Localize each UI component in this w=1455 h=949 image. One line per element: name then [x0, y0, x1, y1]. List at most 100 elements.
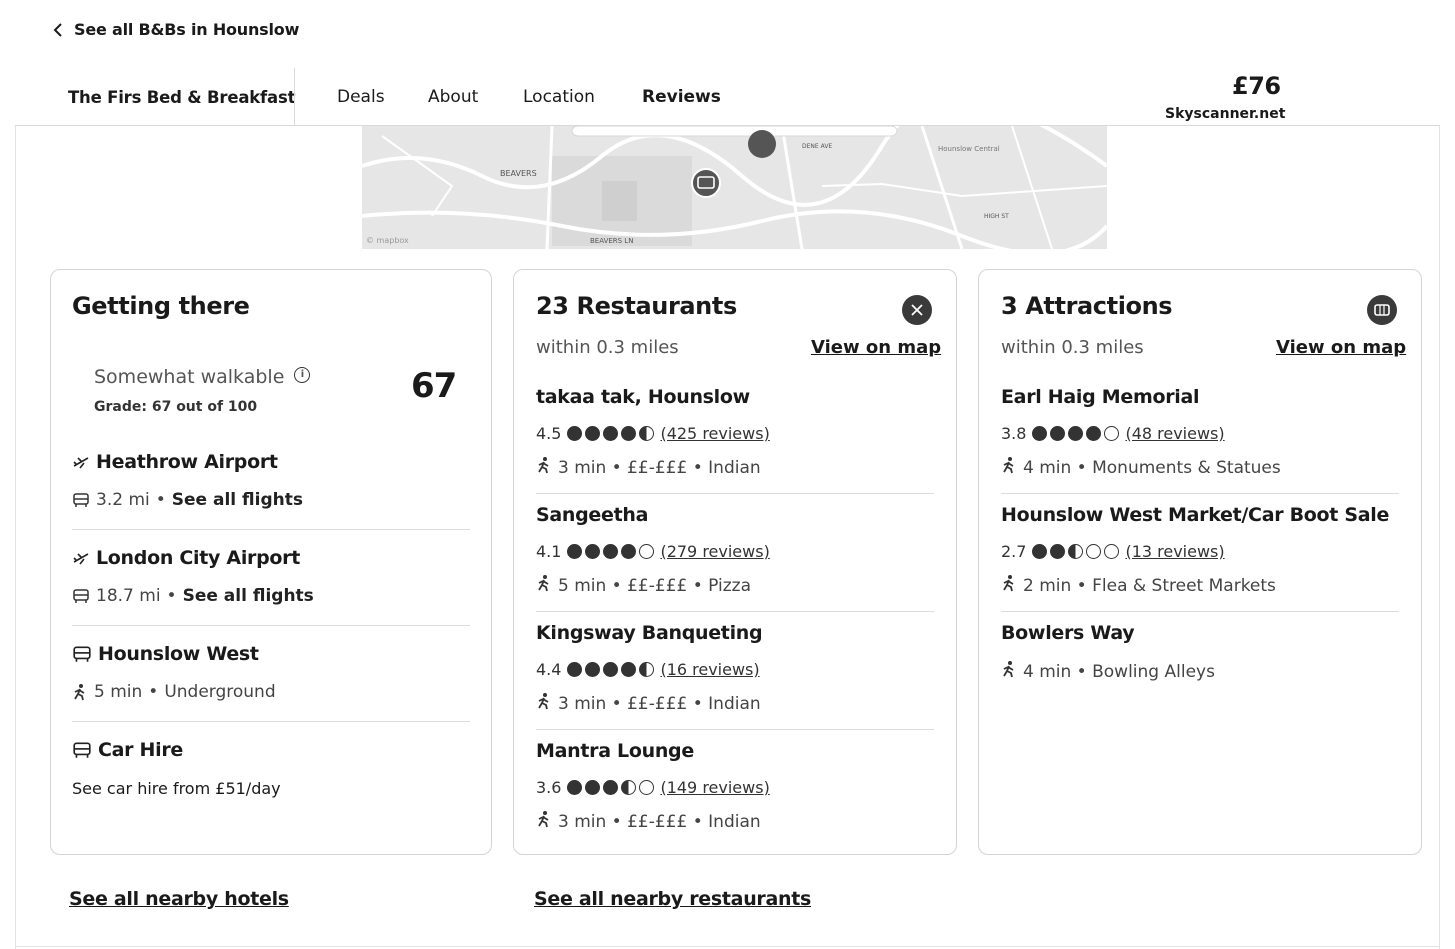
rating-dot [1032, 544, 1048, 559]
rating-dot [621, 426, 637, 441]
meta-row: 3 min • ££-£££ • Indian [536, 692, 761, 715]
reviews-link[interactable]: (13 reviews) [1125, 542, 1224, 561]
map-label-dene-ave: DENE AVE [802, 143, 832, 150]
attractions-within: within 0.3 miles [1001, 337, 1144, 358]
rating-dot [1050, 544, 1066, 559]
rating-dot [585, 544, 601, 559]
divider [1001, 493, 1399, 494]
rating-value: 4.1 [536, 542, 562, 561]
getting-there-card: Getting there Somewhat walkable i Grade:… [50, 269, 492, 855]
walk-icon [536, 574, 552, 597]
attractions-name[interactable]: Bowlers Way [1001, 622, 1135, 644]
transport-hounslow-west-meta: 5 min • Underground [72, 682, 276, 702]
rating-dot [639, 780, 655, 795]
meta-row: 4 min • Monuments & Statues [1001, 456, 1281, 479]
nav-divider [294, 68, 295, 126]
restaurant-icon [902, 295, 932, 325]
back-link[interactable]: See all B&Bs in Hounslow [52, 20, 299, 39]
content-border-bottom [15, 946, 1440, 947]
walk-icon [1001, 660, 1017, 683]
rating-dot [639, 544, 655, 559]
rating-dots [567, 426, 655, 441]
walk-icon [536, 456, 552, 479]
tab-location[interactable]: Location [523, 87, 595, 107]
attractions-view-on-map-link[interactable]: View on map [1276, 337, 1406, 358]
tab-about[interactable]: About [428, 87, 478, 107]
rating-row: 4.5 (425 reviews) [536, 424, 770, 443]
divider [72, 529, 470, 530]
reviews-link[interactable]: (425 reviews) [660, 424, 769, 443]
rating-dot [639, 426, 655, 441]
plane-icon [73, 457, 89, 469]
map-attribution: © mapbox [366, 236, 409, 245]
walk-icon [1001, 574, 1017, 597]
see-all-flights-link[interactable]: See all flights [183, 586, 314, 606]
attractions-name[interactable]: Earl Haig Memorial [1001, 386, 1200, 408]
transport-item-car-hire: Car Hire [72, 739, 183, 761]
back-link-label: See all B&Bs in Hounslow [74, 20, 300, 39]
reviews-link[interactable]: (16 reviews) [660, 660, 759, 679]
rating-dot [603, 426, 619, 441]
car-hire-link[interactable]: See car hire from £51/day [72, 779, 281, 798]
rating-dot [585, 662, 601, 677]
see-all-nearby-hotels-link[interactable]: See all nearby hotels [69, 888, 289, 910]
rating-row: 3.6 (149 reviews) [536, 778, 770, 797]
tab-deals[interactable]: Deals [337, 87, 385, 107]
map-label-beavers: BEAVERS [500, 169, 537, 178]
meta-text: 3 min • ££-£££ • Indian [558, 457, 761, 478]
price: £76 [1232, 72, 1281, 100]
plane-icon [73, 553, 89, 565]
restaurants-name[interactable]: Kingsway Banqueting [536, 622, 763, 644]
bus-icon [73, 646, 91, 662]
location-map[interactable]: BEAVERS BEAVERS LN Hounslow Central HIGH… [362, 126, 1107, 249]
divider [536, 493, 934, 494]
rating-dot [639, 662, 655, 677]
rating-dots [567, 780, 655, 795]
rating-value: 3.8 [1001, 424, 1027, 443]
rating-dot [567, 662, 583, 677]
price-source: Skyscanner.net [1165, 106, 1286, 122]
map-graphic: BEAVERS BEAVERS LN Hounslow Central HIGH… [362, 126, 1107, 249]
rating-dots [567, 662, 655, 677]
restaurants-name[interactable]: takaa tak, Hounslow [536, 386, 750, 408]
rating-dot [585, 426, 601, 441]
restaurants-name[interactable]: Sangeetha [536, 504, 648, 526]
attractions-name[interactable]: Hounslow West Market/Car Boot Sale [1001, 504, 1389, 526]
info-icon[interactable]: i [294, 367, 311, 383]
meta-row: 3 min • ££-£££ • Indian [536, 456, 761, 479]
walk-icon [536, 692, 552, 715]
rating-dot [1104, 426, 1120, 441]
rating-dot [1050, 426, 1066, 441]
walk-icon [1001, 456, 1017, 479]
walk-icon [74, 684, 85, 701]
restaurants-name[interactable]: Mantra Lounge [536, 740, 694, 762]
reviews-link[interactable]: (48 reviews) [1125, 424, 1224, 443]
tab-reviews[interactable]: Reviews [642, 87, 721, 107]
getting-there-title: Getting there [72, 292, 250, 320]
reviews-link[interactable]: (279 reviews) [660, 542, 769, 561]
bus-icon [73, 493, 89, 507]
attractions-title: 3 Attractions [1001, 292, 1173, 320]
divider [1001, 611, 1399, 612]
restaurants-view-on-map-link[interactable]: View on map [811, 337, 941, 358]
rating-dot [1032, 426, 1048, 441]
rating-dot [1068, 426, 1084, 441]
meta-row: 5 min • ££-£££ • Pizza [536, 574, 751, 597]
reviews-link[interactable]: (149 reviews) [660, 778, 769, 797]
see-all-nearby-restaurants-link[interactable]: See all nearby restaurants [534, 888, 811, 910]
rating-value: 2.7 [1001, 542, 1027, 561]
meta-row: 3 min • ££-£££ • Indian [536, 810, 761, 833]
divider [536, 729, 934, 730]
meta-row: 4 min • Bowling Alleys [1001, 660, 1215, 683]
rating-dot [567, 426, 583, 441]
rating-dot [621, 662, 637, 677]
car-icon [73, 742, 91, 758]
rating-value: 3.6 [536, 778, 562, 797]
rating-dot [567, 544, 583, 559]
bus-icon [73, 589, 89, 603]
transport-london-city-meta: 18.7 mi • See all flights [72, 586, 314, 606]
rating-dot [1086, 426, 1102, 441]
ticket-icon [1367, 295, 1397, 325]
see-all-flights-link[interactable]: See all flights [172, 490, 303, 510]
walk-icon [536, 810, 552, 833]
